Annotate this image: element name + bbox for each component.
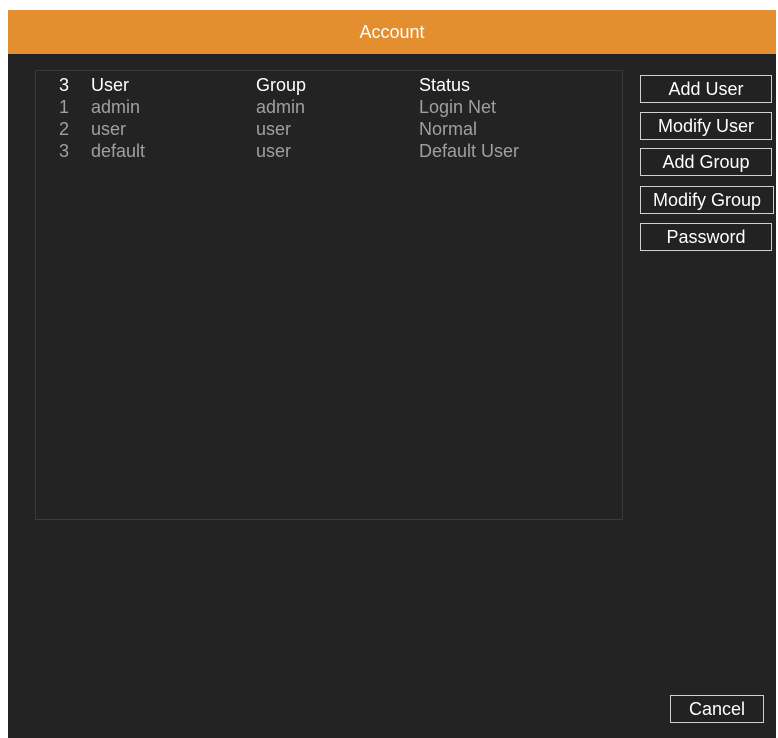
- column-header-user: User: [91, 75, 130, 95]
- row-index: 1: [59, 97, 70, 117]
- modify-group-button[interactable]: Modify Group: [640, 186, 774, 214]
- row-user: user: [91, 119, 127, 139]
- user-row[interactable]: 3 default user Default User: [36, 141, 622, 163]
- column-header-group: Group: [256, 75, 307, 95]
- add-user-button[interactable]: Add User: [640, 75, 772, 103]
- user-row[interactable]: 2 user user Normal: [36, 119, 622, 141]
- cancel-button[interactable]: Cancel: [670, 695, 764, 723]
- row-status: Normal: [419, 119, 478, 139]
- user-row[interactable]: 1 admin admin Login Net: [36, 97, 622, 119]
- row-status: Default User: [419, 141, 520, 161]
- title-bar: Account: [8, 10, 776, 54]
- modify-user-button[interactable]: Modify User: [640, 112, 772, 140]
- user-list[interactable]: 3 User Group Status 1 admin admin Login …: [35, 70, 623, 520]
- row-group: user: [256, 141, 292, 161]
- row-group: user: [256, 119, 292, 139]
- add-group-button[interactable]: Add Group: [640, 148, 772, 176]
- user-list-header: 3 User Group Status: [36, 75, 622, 97]
- row-user: admin: [91, 97, 141, 117]
- row-user: default: [91, 141, 146, 161]
- window-title: Account: [359, 21, 425, 42]
- row-status: Login Net: [419, 97, 497, 117]
- row-index: 2: [59, 119, 70, 139]
- user-count: 3: [59, 75, 70, 95]
- column-header-status: Status: [419, 75, 471, 95]
- row-index: 3: [59, 141, 70, 161]
- row-group: admin: [256, 97, 306, 117]
- account-dialog: Account 3 User Group Status 1 admin admi…: [8, 10, 776, 738]
- password-button[interactable]: Password: [640, 223, 772, 251]
